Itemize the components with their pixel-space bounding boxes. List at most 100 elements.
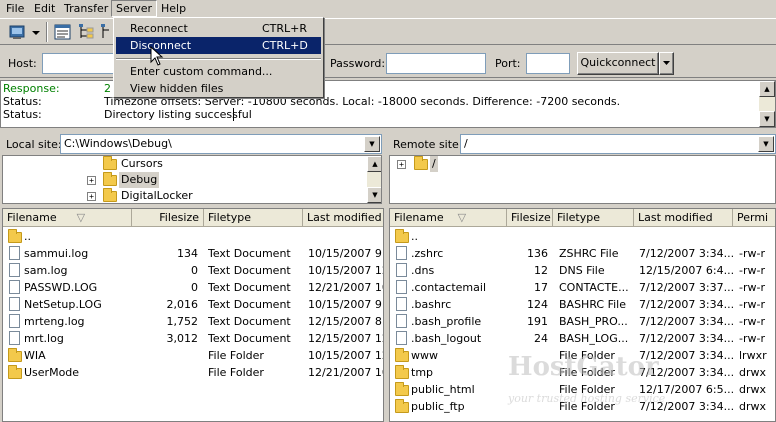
cell — [132, 347, 198, 364]
cell: File Folder — [559, 349, 615, 362]
cell — [739, 228, 775, 245]
scroll-down-icon[interactable]: ▼ — [367, 187, 381, 203]
cell — [507, 347, 548, 364]
cell: .. — [24, 230, 31, 243]
log-text: 2 — [104, 82, 111, 95]
chevron-down-icon — [663, 61, 670, 65]
table-row[interactable]: .bash_logout 24 BASH_LOG... 7/12/2007 3:34.… — [390, 330, 775, 347]
toolbar-separator — [46, 22, 48, 42]
password-input[interactable] — [386, 53, 486, 74]
menu-item-enter-custom-command[interactable]: Enter custom command... — [116, 63, 321, 80]
menu-edit[interactable]: Edit — [30, 1, 59, 16]
col-header-filename[interactable]: Filename ▽ — [390, 209, 507, 227]
cell: CONTACTE... — [559, 281, 629, 294]
folder-icon — [395, 365, 409, 379]
table-row[interactable]: sammui.log 134 Text Document 10/15/2007 9:2 — [3, 245, 383, 262]
cell: .bash_logout — [411, 332, 482, 345]
scroll-down-icon[interactable]: ▼ — [759, 111, 775, 127]
tree-item-digitallocker[interactable]: + DigitalLocker — [3, 188, 367, 203]
host-input[interactable] — [42, 53, 118, 74]
col-header-last-modified[interactable]: Last modified — [634, 209, 733, 227]
col-header-filesize[interactable]: Filesize — [507, 209, 553, 227]
col-header-filesize[interactable]: Filesize — [132, 209, 204, 227]
local-path-input[interactable]: C:\Windows\Debug\ ▼ — [60, 134, 382, 154]
col-header-filename[interactable]: Filename ▽ — [3, 209, 132, 227]
table-row[interactable]: .zshrc 136 ZSHRC File 7/12/2007 3:34... -rw-… — [390, 245, 775, 262]
tree-item-label: DigitalLocker — [121, 189, 193, 202]
table-row[interactable]: .. — [3, 228, 383, 245]
cell: UserMode — [24, 366, 80, 379]
port-input[interactable] — [526, 53, 570, 74]
cell: 7/12/2007 3:37... — [639, 281, 733, 294]
local-file-list: Filename ▽ Filesize Filetype Last modifie… — [2, 208, 384, 422]
cell: NetSetup.LOG — [24, 298, 102, 311]
cell: 0 — [191, 281, 198, 294]
cell: 12/15/2007 12: — [308, 332, 383, 345]
table-row[interactable]: .dns 12 DNS File 12/15/2007 6:4... -rw-r — [390, 262, 775, 279]
toggle-local-tree-icon[interactable] — [77, 22, 97, 42]
cell: Text Document — [208, 298, 291, 311]
file-icon — [9, 314, 20, 328]
menu-item-disconnect[interactable]: Disconnect CTRL+D — [116, 37, 321, 54]
menu-file[interactable]: File — [2, 1, 28, 16]
tree-item-cursors[interactable]: Cursors — [3, 156, 367, 172]
cell: WIA — [24, 349, 46, 362]
chevron-down-icon[interactable]: ▼ — [364, 136, 380, 152]
site-manager-icon[interactable] — [8, 22, 28, 42]
table-row[interactable]: .bash_profile 191 BASH_PRO... 7/12/2007 3:3… — [390, 313, 775, 330]
site-manager-dropdown-icon[interactable] — [30, 22, 42, 42]
cell — [208, 228, 303, 245]
remote-path-input[interactable]: / ▼ — [460, 134, 776, 154]
cell: -rw-r — [739, 315, 765, 328]
cell: public_html — [411, 383, 475, 396]
table-row[interactable]: mrteng.log 1,752 Text Document 12/15/2007 8… — [3, 313, 383, 330]
log-type-status: Status: — [3, 95, 42, 108]
cell: 7/12/2007 3:34... — [639, 349, 733, 362]
quickconnect-history-button[interactable] — [659, 52, 674, 75]
chevron-down-icon[interactable]: ▼ — [758, 136, 774, 152]
table-row[interactable]: .bashrc 124 BASHRC File 7/12/2007 3:34... -r… — [390, 296, 775, 313]
col-header-last-modified[interactable]: Last modified — [303, 209, 383, 227]
file-icon — [9, 280, 20, 294]
toggle-remote-tree-icon[interactable] — [99, 22, 113, 42]
menu-item-reconnect[interactable]: Reconnect CTRL+R — [116, 20, 321, 37]
expand-icon[interactable]: + — [397, 160, 406, 169]
table-row[interactable]: UserMode File Folder 12/21/2007 10: — [3, 364, 383, 381]
scroll-up-icon[interactable]: ▲ — [759, 81, 775, 97]
table-row[interactable]: NetSetup.LOG 2,016 Text Document 10/15/2007… — [3, 296, 383, 313]
menu-transfer[interactable]: Transfer — [60, 1, 112, 16]
table-row[interactable]: .. — [390, 228, 775, 245]
cell: 17 — [534, 281, 548, 294]
col-header-permissions[interactable]: Permi — [733, 209, 775, 227]
cell: 136 — [527, 247, 548, 260]
expand-icon[interactable]: + — [87, 192, 96, 201]
folder-icon — [414, 156, 428, 170]
menu-server[interactable]: Server — [111, 0, 158, 17]
tree-item-root[interactable]: + / — [390, 156, 770, 172]
quickconnect-button[interactable]: Quickconnect — [577, 52, 659, 75]
folder-icon — [103, 188, 117, 202]
expand-icon[interactable]: + — [87, 176, 96, 185]
cell — [507, 364, 548, 381]
menu-help[interactable]: Help — [157, 1, 190, 16]
menu-item-view-hidden-files[interactable]: View hidden files — [116, 80, 321, 97]
table-row[interactable]: PASSWD.LOG 0 Text Document 12/21/2007 10: — [3, 279, 383, 296]
scroll-up-icon[interactable]: ▲ — [367, 156, 381, 172]
log-scrollbar[interactable]: ▲ ▼ — [759, 81, 775, 127]
cell: PASSWD.LOG — [24, 281, 98, 294]
text-cursor — [233, 108, 234, 121]
port-label: Port: — [495, 57, 521, 70]
toggle-log-icon[interactable] — [53, 22, 73, 42]
table-row[interactable]: www File Folder 7/12/2007 3:34... lrwxr — [390, 347, 775, 364]
col-header-filetype[interactable]: Filetype — [553, 209, 634, 227]
table-row[interactable]: mrt.log 3,012 Text Document 12/15/2007 12: — [3, 330, 383, 347]
table-row[interactable]: .contactemail 17 CONTACTE... 7/12/2007 3:37… — [390, 279, 775, 296]
table-row[interactable]: WIA File Folder 10/15/2007 12: — [3, 347, 383, 364]
table-row[interactable]: public_html File Folder 12/17/2007 6:5... d… — [390, 381, 775, 398]
table-row[interactable]: sam.log 0 Text Document 10/15/2007 12: — [3, 262, 383, 279]
tree-item-debug[interactable]: + Debug — [3, 172, 367, 188]
table-row[interactable]: public_ftp File Folder 7/12/2007 3:34... dr… — [390, 398, 775, 415]
col-header-filetype[interactable]: Filetype — [204, 209, 303, 227]
local-tree-scrollbar[interactable]: ▲ ▼ — [367, 156, 381, 203]
table-row[interactable]: tmp File Folder 7/12/2007 3:34... drwx — [390, 364, 775, 381]
